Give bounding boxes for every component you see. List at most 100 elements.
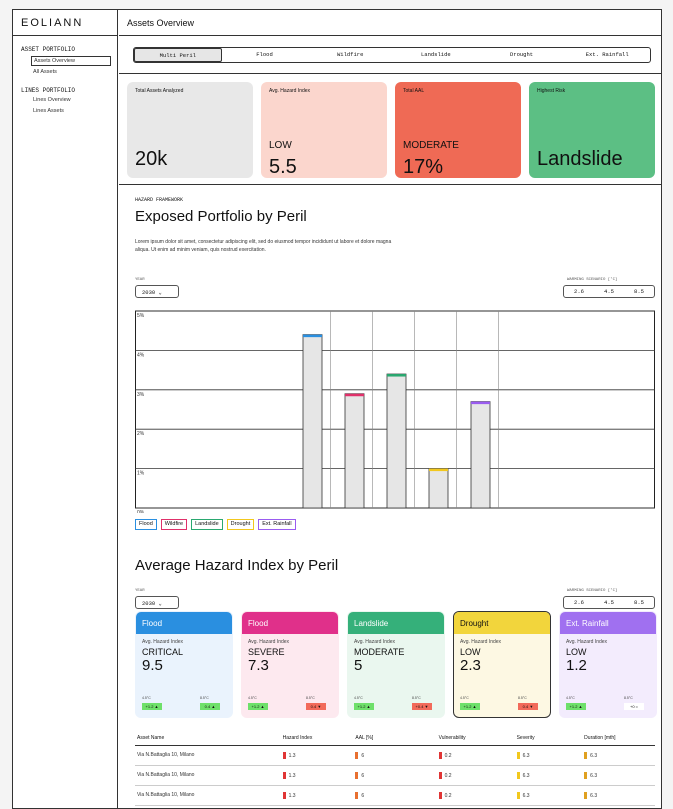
tab-flood[interactable]: Flood <box>222 48 308 62</box>
sidebar-section-asset-portfolio: ASSET PORTFOLIO <box>21 46 76 53</box>
scenario-label: 4.5°C <box>566 696 575 700</box>
column-header[interactable]: AAL [%] <box>353 731 437 746</box>
kpi-highest-risk: Highest Risk Landslide <box>529 82 655 178</box>
legend-item[interactable]: Wildfire <box>160 519 188 530</box>
card-level: LOW <box>566 647 587 657</box>
change-pill: +0.4 ▼ <box>412 703 432 710</box>
indicator-bar <box>355 791 359 799</box>
column-header[interactable]: Duration [mth] <box>582 731 655 746</box>
hazard-title: Average Hazard Index by Peril <box>135 557 339 574</box>
card-value: 2.3 <box>460 657 481 674</box>
sidebar-item-all-assets[interactable]: All Assets <box>33 69 117 77</box>
exposure-title: Exposed Portfolio by Peril <box>135 208 307 225</box>
sidebar-item-lines-assets[interactable]: Lines Assets <box>33 108 117 116</box>
table-cell: 6.3 <box>514 785 583 806</box>
bar-cap <box>303 334 322 338</box>
table-row[interactable]: Via N.Battaglia 10, Milano1.360.26.36.3 <box>135 785 655 806</box>
column-header[interactable]: Vulnerability <box>436 731 515 746</box>
scenario-label: 4.5°C <box>354 696 363 700</box>
card-value: 1.2 <box>566 657 587 674</box>
bar-landslide <box>386 373 407 509</box>
hazard-card[interactable]: Flood Avg. Hazard Index CRITICAL 9.5 4.5… <box>135 611 233 718</box>
divider <box>119 184 661 185</box>
card-label: Avg. Hazard Index <box>142 639 184 645</box>
scenario-4-5[interactable]: 4.5 <box>604 288 614 295</box>
y-tick-label: 2% <box>137 431 145 437</box>
bar-cap <box>345 393 364 397</box>
scenario-8-5[interactable]: 8.5 <box>634 599 644 606</box>
scenario-selector[interactable]: 2.6 4.5 8.5 <box>563 285 655 298</box>
app-window: EOLIANN ASSET PORTFOLIO Assets Overview … <box>12 9 662 809</box>
table-cell: 6.3 <box>582 765 655 786</box>
hazard-card[interactable]: Flood Avg. Hazard Index SEVERE 7.3 4.5°C… <box>241 611 339 718</box>
table-cell: Via N.Battaglia 10, Milano <box>135 785 281 806</box>
tab-multi-peril[interactable]: Multi Peril <box>134 48 222 62</box>
year-select[interactable]: 2030 ⌄ <box>135 285 179 298</box>
scenario-2-6[interactable]: 2.6 <box>574 599 584 606</box>
y-tick-label: 4% <box>137 352 145 358</box>
chart-legend: Flood Wildfire Landslide Drought Ext. Rainfa… <box>135 519 296 530</box>
tab-drought[interactable]: Drought <box>479 48 565 62</box>
year-label: YEAR <box>135 278 145 282</box>
kpi-label: Avg. Hazard Index <box>269 88 311 94</box>
hazard-year-select[interactable]: 2030 ⌄ <box>135 596 179 609</box>
hazard-card[interactable]: Ext. Rainfall Avg. Hazard Index LOW 1.2 … <box>559 611 657 718</box>
scenario-4-5[interactable]: 4.5 <box>604 599 614 606</box>
table-cell: 6.3 <box>582 785 655 806</box>
table-row[interactable]: Via N.Battaglia 10, Milano1.360.26.36.3 <box>135 805 655 808</box>
bar-cap <box>429 468 448 472</box>
sidebar-item-assets-overview[interactable]: Assets Overview <box>31 56 111 66</box>
card-peril-name: Flood <box>136 612 232 634</box>
kpi-label: Total AAL <box>403 88 425 94</box>
hazard-card[interactable]: Landslide Avg. Hazard Index MODERATE 5 4… <box>347 611 445 718</box>
card-label: Avg. Hazard Index <box>354 639 396 645</box>
kpi-value: 5.5 <box>269 156 297 178</box>
table-cell: 6.3 <box>582 745 655 766</box>
sidebar-section-lines-portfolio: LINES PORTFOLIO <box>21 87 76 94</box>
hazard-card[interactable]: Drought Avg. Hazard Index LOW 2.3 4.5°C … <box>453 611 551 718</box>
divider <box>119 73 661 74</box>
card-value: 5 <box>354 657 363 674</box>
column-header[interactable]: Severity <box>514 731 583 746</box>
legend-item[interactable]: Drought <box>226 519 255 530</box>
column-header[interactable]: Asset Name <box>135 731 281 746</box>
legend-item[interactable]: Ext. Rainfall <box>258 519 296 530</box>
indicator-bar <box>282 751 286 759</box>
kpi-row: Total Assets Analyzed 20k Avg. Hazard In… <box>127 82 655 178</box>
legend-item[interactable]: Flood <box>135 519 157 530</box>
table-cell: 0.2 <box>436 785 515 806</box>
card-label: Avg. Hazard Index <box>248 639 290 645</box>
table-row[interactable]: Via N.Battaglia 10, Milano1.360.26.36.3 <box>135 765 655 786</box>
indicator-bar <box>355 771 359 779</box>
tab-landslide[interactable]: Landslide <box>393 48 479 62</box>
section-eyebrow: HAZARD FRAMEWORK <box>135 197 184 203</box>
legend-item[interactable]: Landslide <box>191 519 223 530</box>
table-cell: 0.2 <box>436 745 515 766</box>
column-header[interactable]: Hazard Index <box>280 731 354 746</box>
table-cell: Via N.Battaglia 10, Milano <box>135 745 281 766</box>
main-content: Assets Overview Multi Peril Flood Wildfi… <box>119 10 661 808</box>
scenario-8-5[interactable]: 8.5 <box>634 288 644 295</box>
table-row[interactable]: Via N.Battaglia 10, Milano1.360.26.36.3 <box>135 745 655 766</box>
scenario-2-6[interactable]: 2.6 <box>574 288 584 295</box>
card-level: LOW <box>460 647 481 657</box>
kpi-label: Highest Risk <box>537 88 566 94</box>
y-tick-label: 5% <box>137 313 145 319</box>
indicator-bar <box>584 771 588 779</box>
change-pill: +1.2 ▲ <box>142 703 162 710</box>
table-cell: 6.3 <box>582 805 655 808</box>
card-label: Avg. Hazard Index <box>566 639 608 645</box>
indicator-bar <box>438 771 442 779</box>
sidebar-item-lines-overview[interactable]: Lines Overview <box>33 97 117 105</box>
table-header-row: Asset Name Hazard Index AAL [%] Vulnerabili… <box>135 731 655 746</box>
assets-table: Asset Name Hazard Index AAL [%] Vulnerabili… <box>135 731 655 808</box>
table-cell: 1.3 <box>280 745 354 766</box>
card-peril-name: Drought <box>454 612 550 634</box>
table-cell: 6 <box>353 805 437 808</box>
indicator-bar <box>584 751 588 759</box>
hazard-scenario-selector[interactable]: 2.6 4.5 8.5 <box>563 596 655 609</box>
tab-wildfire[interactable]: Wildfire <box>307 48 393 62</box>
table-cell: 1.3 <box>280 785 354 806</box>
table-cell: 6 <box>353 785 437 806</box>
tab-ext-rainfall[interactable]: Ext. Rainfall <box>564 48 650 62</box>
